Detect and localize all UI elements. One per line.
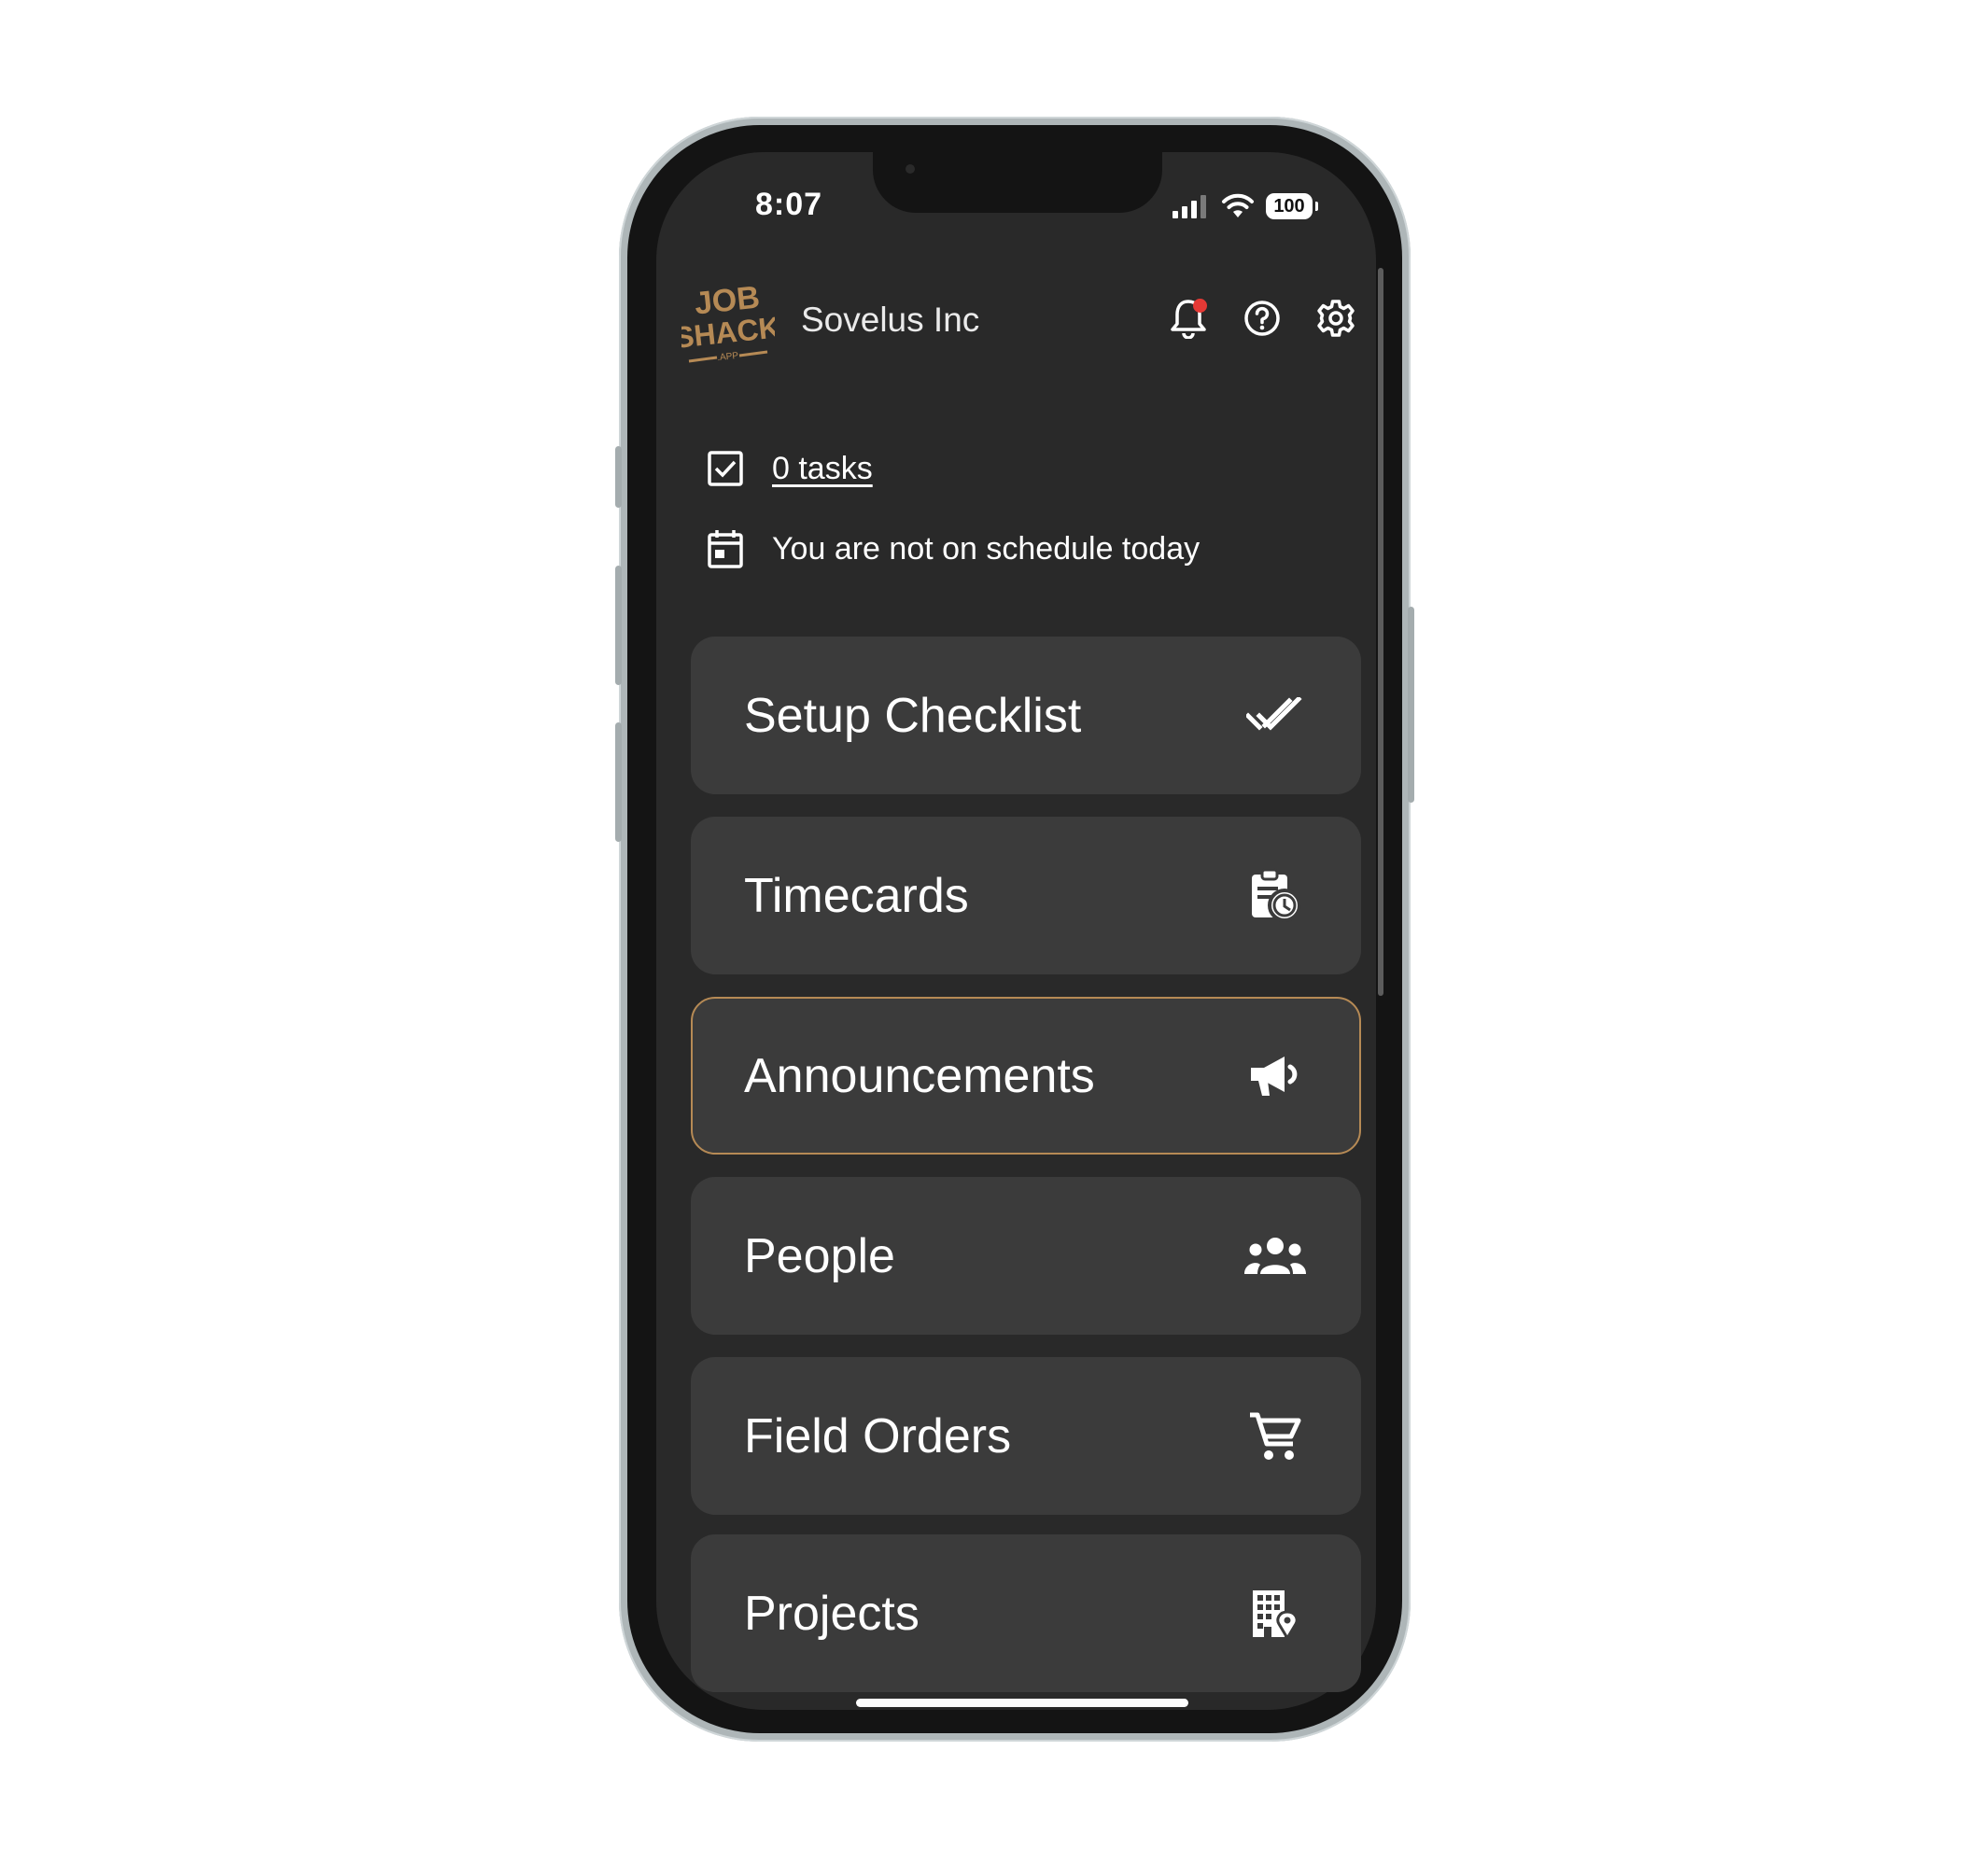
calendar-icon — [708, 530, 743, 568]
card-announcements[interactable]: Announcements — [691, 997, 1361, 1155]
notification-badge — [1193, 299, 1207, 313]
svg-text:.APP: .APP — [717, 351, 739, 363]
schedule-status: You are not on schedule today — [772, 530, 1201, 567]
schedule-row: You are not on schedule today — [707, 528, 1200, 569]
card-label: Projects — [744, 1586, 920, 1641]
phone-power-button — [1408, 607, 1414, 803]
cart-icon — [1243, 1405, 1307, 1468]
people-icon — [1243, 1225, 1307, 1288]
cellular-signal-icon — [1173, 195, 1206, 218]
tasks-link[interactable]: 0 tasks — [772, 451, 873, 487]
megaphone-icon — [1243, 1044, 1307, 1108]
home-indicator[interactable] — [856, 1699, 1188, 1707]
double-check-icon — [1243, 684, 1307, 748]
wifi-icon — [1222, 193, 1254, 217]
building-location-icon — [1243, 1582, 1307, 1645]
phone-volume-up — [615, 566, 622, 685]
status-time: 8:07 — [754, 187, 823, 222]
card-field-orders[interactable]: Field Orders — [691, 1357, 1361, 1515]
timecard-clock-icon — [1243, 864, 1307, 928]
help-icon — [1244, 301, 1280, 336]
job-shack-logo: JOB SHACK .APP — [681, 280, 775, 364]
status-icons: 100 — [1173, 189, 1318, 223]
card-label: Field Orders — [744, 1408, 1012, 1463]
notifications-button[interactable] — [1167, 297, 1210, 340]
card-setup-checklist[interactable]: Setup Checklist — [691, 637, 1361, 794]
card-label: Announcements — [744, 1048, 1095, 1103]
card-label: People — [744, 1228, 895, 1283]
card-people[interactable]: People — [691, 1177, 1361, 1335]
checkbox-icon — [708, 451, 743, 486]
settings-button[interactable] — [1314, 297, 1357, 340]
gear-icon — [1317, 300, 1355, 337]
help-button[interactable] — [1241, 297, 1284, 340]
tasks-row: 0 tasks — [707, 450, 873, 487]
card-timecards[interactable]: Timecards — [691, 817, 1361, 974]
card-label: Setup Checklist — [744, 688, 1082, 743]
phone-mute-switch — [615, 446, 622, 508]
card-projects[interactable]: Projects — [691, 1534, 1361, 1692]
camera-dot — [906, 164, 915, 174]
phone-notch — [873, 149, 1162, 213]
card-label: Timecards — [744, 868, 969, 923]
phone-volume-down — [615, 722, 622, 842]
company-name: Sovelus Inc — [801, 301, 980, 339]
battery-indicator: 100 — [1266, 193, 1318, 219]
scrollbar[interactable] — [1378, 268, 1383, 996]
